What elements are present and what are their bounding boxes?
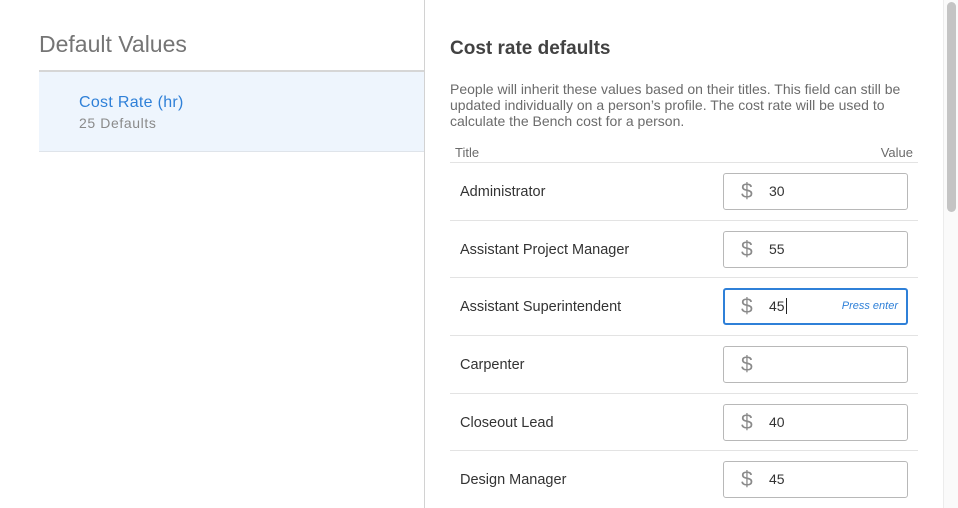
table-row: Closeout Lead $ 40 — [450, 394, 918, 452]
dollar-icon: $ — [741, 410, 753, 434]
text-caret — [785, 298, 787, 315]
table-row: Administrator $ 30 — [450, 163, 918, 221]
sidebar-item-label: Cost Rate (hr) — [79, 94, 184, 111]
table-row: Assistant Superintendent $ 45 Press ente… — [450, 278, 918, 337]
table-header: Title Value — [450, 143, 918, 163]
cost-rate-input[interactable]: $ 30 — [723, 173, 908, 210]
row-title: Closeout Lead — [460, 414, 554, 431]
sidebar-title: Default Values — [39, 31, 187, 57]
cost-rate-value[interactable]: 40 — [769, 414, 849, 430]
table-row: Design Manager $ 45 — [450, 451, 918, 508]
cost-rate-input[interactable]: $ 45 — [723, 461, 908, 499]
scrollbar[interactable] — [943, 0, 958, 508]
cost-rate-panel: Cost rate defaults People will inherit t… — [425, 0, 943, 508]
sidebar-item-count: 25 Defaults — [79, 115, 157, 131]
row-title: Assistant Project Manager — [460, 241, 630, 258]
column-header-value: Value — [880, 145, 913, 160]
dollar-icon: $ — [741, 237, 753, 261]
cost-rate-input[interactable]: $ 40 — [723, 403, 908, 441]
column-header-title: Title — [455, 145, 480, 160]
press-enter-hint: Press enter — [841, 300, 898, 313]
row-title: Assistant Superintendent — [460, 299, 622, 316]
row-title: Administrator — [460, 184, 546, 200]
cost-rate-value[interactable]: 45 — [769, 298, 849, 315]
cost-rate-value-text: 45 — [769, 298, 785, 315]
cost-rate-input[interactable]: $ — [723, 346, 908, 384]
dollar-icon: $ — [741, 468, 753, 492]
row-title: Design Manager — [460, 472, 567, 489]
panel-description: People will inherit these values based o… — [450, 81, 901, 129]
dollar-icon: $ — [741, 180, 753, 203]
panel-title: Cost rate defaults — [450, 38, 611, 59]
defaults-sidebar: Default Values Cost Rate (hr) 25 Default… — [0, 0, 424, 508]
scrollbar-thumb[interactable] — [947, 2, 956, 212]
table-row: Assistant Project Manager $ 55 — [450, 221, 918, 279]
cost-rate-value[interactable]: 30 — [769, 183, 849, 199]
row-title: Carpenter — [460, 357, 525, 374]
cost-rate-input-focused[interactable]: $ 45 Press enter — [723, 288, 908, 326]
cost-rate-table: Title Value Administrator $ 30 Assistant… — [450, 143, 918, 508]
sidebar-item-cost-rate[interactable]: Cost Rate (hr) 25 Defaults — [39, 72, 424, 152]
dollar-icon: $ — [741, 295, 753, 319]
cost-rate-input[interactable]: $ 55 — [723, 230, 908, 268]
dollar-icon: $ — [741, 353, 753, 377]
table-row: Carpenter $ — [450, 336, 918, 394]
cost-rate-value[interactable]: 55 — [769, 241, 849, 257]
cost-rate-value[interactable]: 45 — [769, 471, 849, 487]
